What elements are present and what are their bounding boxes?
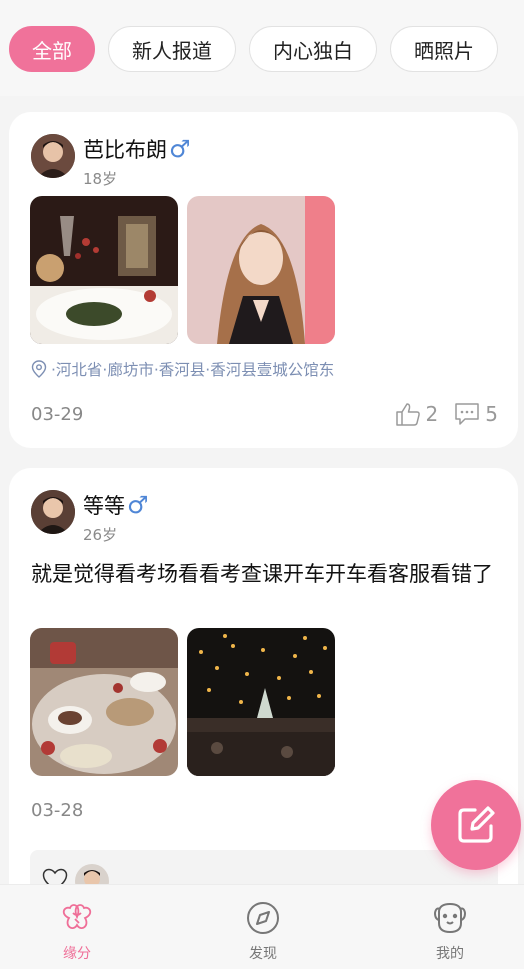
location-row[interactable]: ·河北省·廊坊市·香河县·香河县壹城公馆东 <box>31 358 334 380</box>
likers-strip[interactable] <box>30 850 498 884</box>
flower-icon <box>62 904 92 929</box>
edit-icon <box>458 806 495 843</box>
like-count: 2 <box>425 402 439 426</box>
like-button[interactable]: 2 <box>395 402 439 426</box>
nav-label: 缘分 <box>63 946 91 962</box>
age-label: 26岁 <box>83 526 118 544</box>
nav-item-discover[interactable]: 发现 <box>223 901 303 963</box>
tab-newcomers[interactable]: 新人报道 <box>108 26 236 72</box>
username[interactable]: 等等 ♂ <box>83 490 149 520</box>
tab-photos[interactable]: 晒照片 <box>390 26 498 72</box>
post-text: 就是觉得看考场看看考查课开车开车看客服看错了 <box>31 562 493 586</box>
post-stats: 2 5 <box>395 402 498 426</box>
nav-item-me[interactable]: 我的 <box>410 901 490 963</box>
post-photo[interactable] <box>187 196 335 344</box>
tab-monologue[interactable]: 内心独白 <box>249 26 377 72</box>
compass-icon <box>247 902 279 934</box>
nav-item-fate[interactable]: 缘分 <box>37 901 117 963</box>
location-text: ·河北省·廊坊市·香河县·香河县壹城公馆东 <box>51 361 335 379</box>
avatar[interactable] <box>31 134 75 178</box>
age-label: 18岁 <box>83 170 118 188</box>
post-photo[interactable] <box>30 628 178 776</box>
location-pin-icon <box>31 360 47 378</box>
app-root: 全部 新人报道 内心独白 晒照片 芭比布朗 ♂ 18岁 ·河北省·廊坊市·香河县… <box>0 0 524 969</box>
post-date: 03-29 <box>31 404 84 425</box>
post-card[interactable]: 芭比布朗 ♂ 18岁 ·河北省·廊坊市·香河县·香河县壹城公馆东 03-29 2… <box>9 112 518 448</box>
comment-icon <box>455 403 480 425</box>
thumbs-up-icon <box>395 403 420 426</box>
post-photo[interactable] <box>187 628 335 776</box>
compose-button[interactable] <box>431 780 521 870</box>
comment-count: 5 <box>485 402 498 426</box>
nav-label: 发现 <box>249 946 277 962</box>
category-tabs: 全部 新人报道 内心独白 晒照片 <box>0 0 524 96</box>
post-feed[interactable]: 芭比布朗 ♂ 18岁 ·河北省·廊坊市·香河县·香河县壹城公馆东 03-29 2… <box>0 96 524 884</box>
avatar[interactable] <box>31 490 75 534</box>
username-text: 芭比布朗 <box>83 138 167 162</box>
male-gender-icon: ♂ <box>127 491 149 519</box>
tab-all[interactable]: 全部 <box>9 26 95 72</box>
post-date: 03-28 <box>31 800 84 821</box>
comment-button[interactable]: 5 <box>454 402 498 426</box>
username[interactable]: 芭比布朗 ♂ <box>83 134 191 164</box>
male-gender-icon: ♂ <box>169 135 191 163</box>
post-photo[interactable] <box>30 196 178 344</box>
nav-label: 我的 <box>436 946 464 962</box>
heart-icon <box>42 868 68 884</box>
dog-face-icon <box>433 902 467 934</box>
username-text: 等等 <box>83 494 125 518</box>
liker-avatar[interactable] <box>75 864 109 884</box>
bottom-nav: 缘分 发现 我的 <box>0 884 524 969</box>
